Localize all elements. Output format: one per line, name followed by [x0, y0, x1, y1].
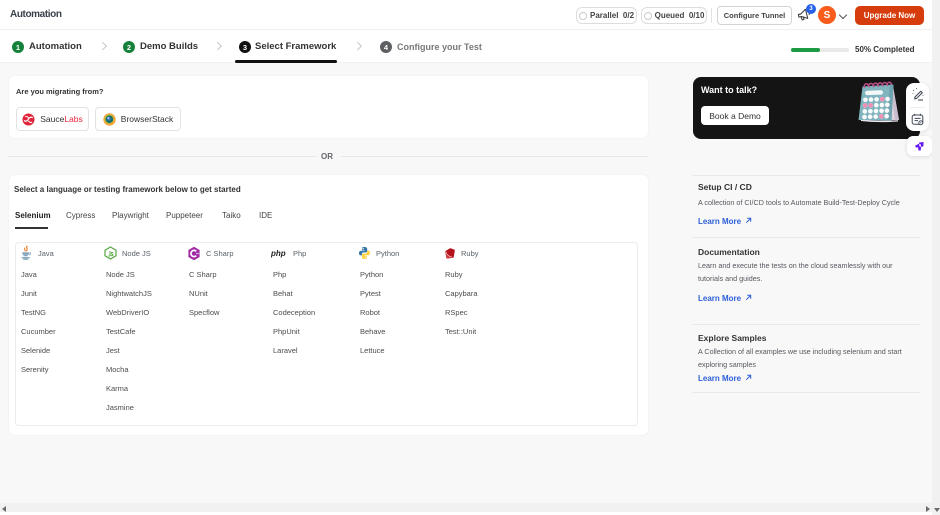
svg-text:php: php — [271, 249, 286, 258]
